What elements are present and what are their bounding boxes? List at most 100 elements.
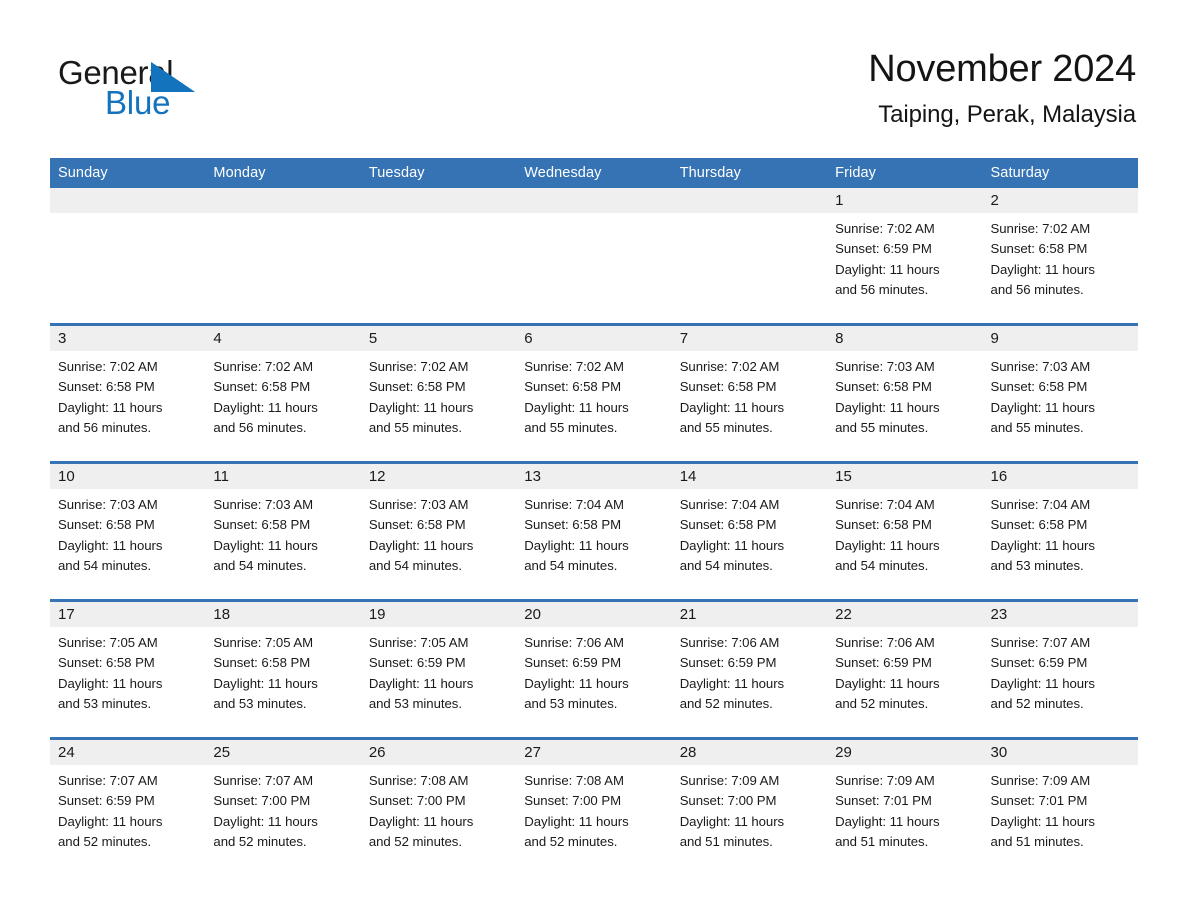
day-cell[interactable]: Sunrise: 7:05 AM Sunset: 6:59 PM Daylight:… [361, 627, 516, 737]
day-cell[interactable]: Sunrise: 7:02 AM Sunset: 6:58 PM Daylight:… [672, 351, 827, 461]
calendar-week-row: 10 11 12 13 14 15 16 Sunrise: 7:03 AM Sunset: 6:… [50, 461, 1138, 599]
general-blue-logo[interactable]: General Blue [58, 56, 358, 126]
day-number[interactable]: 18 [205, 602, 360, 627]
day-detail-line: Daylight: 11 hours [835, 675, 940, 691]
day-number[interactable]: 23 [983, 602, 1138, 627]
day-detail-line: Daylight: 11 hours [58, 399, 163, 415]
day-number-empty [205, 188, 360, 213]
day-cell[interactable]: Sunrise: 7:05 AM Sunset: 6:58 PM Daylight:… [205, 627, 360, 737]
day-number[interactable]: 22 [827, 602, 982, 627]
day-number[interactable]: 19 [361, 602, 516, 627]
day-cell[interactable]: Sunrise: 7:04 AM Sunset: 6:58 PM Daylight:… [516, 489, 671, 599]
day-cell[interactable]: Sunrise: 7:04 AM Sunset: 6:58 PM Daylight:… [827, 489, 982, 599]
title-block: November 2024 Taiping, Perak, Malaysia [868, 46, 1136, 130]
day-number[interactable]: 16 [983, 464, 1138, 489]
day-cell[interactable]: Sunrise: 7:02 AM Sunset: 6:58 PM Daylight:… [983, 213, 1138, 323]
day-cell[interactable]: Sunrise: 7:02 AM Sunset: 6:58 PM Daylight:… [50, 351, 205, 461]
day-cell[interactable]: Sunrise: 7:05 AM Sunset: 6:58 PM Daylight:… [50, 627, 205, 737]
day-detail-line: Sunset: 6:58 PM [58, 379, 155, 395]
day-number[interactable]: 12 [361, 464, 516, 489]
day-detail-line: Sunset: 6:58 PM [368, 517, 466, 533]
day-number[interactable]: 13 [516, 464, 671, 489]
day-cell[interactable]: Sunrise: 7:03 AM Sunset: 6:58 PM Daylight:… [50, 489, 205, 599]
day-cell[interactable]: Sunrise: 7:03 AM Sunset: 6:58 PM Daylight:… [983, 351, 1138, 461]
day-cell[interactable]: Sunrise: 7:06 AM Sunset: 6:59 PM Daylight:… [516, 627, 671, 737]
day-detail-line: Sunset: 6:58 PM [835, 379, 932, 395]
day-cell[interactable]: Sunrise: 7:02 AM Sunset: 6:58 PM Daylight:… [205, 351, 360, 461]
day-cell[interactable]: Sunrise: 7:09 AM Sunset: 7:01 PM Daylight:… [983, 765, 1138, 875]
day-number[interactable]: 2 [983, 188, 1138, 213]
day-number[interactable]: 8 [827, 326, 982, 351]
day-number[interactable]: 21 [672, 602, 827, 627]
day-detail-band: Sunrise: 7:03 AM Sunset: 6:58 PM Daylight:… [50, 489, 1138, 599]
day-detail-line: and 55 minutes. [368, 419, 462, 435]
day-number[interactable]: 3 [50, 326, 205, 351]
day-number[interactable]: 28 [672, 740, 827, 765]
day-number[interactable]: 7 [672, 326, 827, 351]
day-detail-line: Sunrise: 7:06 AM [679, 635, 780, 650]
day-number-band: 12 [50, 188, 1138, 213]
day-detail-line: Daylight: 11 hours [835, 537, 940, 553]
day-cell[interactable]: Sunrise: 7:08 AM Sunset: 7:00 PM Daylight:… [516, 765, 671, 875]
weekday-header-monday: Monday [213, 165, 266, 181]
day-cell[interactable]: Sunrise: 7:03 AM Sunset: 6:58 PM Daylight:… [827, 351, 982, 461]
day-number[interactable]: 9 [983, 326, 1138, 351]
day-detail-line: Sunset: 6:58 PM [990, 379, 1088, 395]
day-detail-line: Sunrise: 7:04 AM [835, 497, 935, 512]
day-cell[interactable]: Sunrise: 7:07 AM Sunset: 6:59 PM Daylight:… [50, 765, 205, 875]
day-detail-line: and 52 minutes. [679, 695, 773, 711]
day-detail-line: Sunset: 6:58 PM [679, 379, 777, 395]
day-detail-line: Sunset: 7:00 PM [213, 793, 311, 809]
day-number[interactable]: 5 [361, 326, 516, 351]
day-number[interactable]: 25 [205, 740, 360, 765]
day-detail-line: Daylight: 11 hours [58, 813, 163, 829]
day-detail-line: Sunset: 7:01 PM [990, 793, 1088, 809]
day-detail-line: Daylight: 11 hours [990, 675, 1095, 691]
day-number[interactable]: 20 [516, 602, 671, 627]
day-detail-line: and 52 minutes. [213, 833, 307, 849]
day-number[interactable]: 10 [50, 464, 205, 489]
day-number[interactable]: 30 [983, 740, 1138, 765]
day-number[interactable]: 29 [827, 740, 982, 765]
day-cell[interactable]: Sunrise: 7:04 AM Sunset: 6:58 PM Daylight:… [983, 489, 1138, 599]
day-detail-line: Sunrise: 7:09 AM [835, 773, 935, 788]
day-cell[interactable]: Sunrise: 7:04 AM Sunset: 6:58 PM Daylight:… [672, 489, 827, 599]
day-number[interactable]: 4 [205, 326, 360, 351]
day-number[interactable]: 1 [827, 188, 982, 213]
day-detail-line: and 54 minutes. [835, 557, 929, 573]
day-number[interactable]: 24 [50, 740, 205, 765]
day-cell[interactable]: Sunrise: 7:02 AM Sunset: 6:58 PM Daylight:… [361, 351, 516, 461]
day-cell[interactable]: Sunrise: 7:03 AM Sunset: 6:58 PM Daylight:… [205, 489, 360, 599]
day-number[interactable]: 6 [516, 326, 671, 351]
day-cell[interactable]: Sunrise: 7:03 AM Sunset: 6:58 PM Daylight:… [361, 489, 516, 599]
day-cell[interactable]: Sunrise: 7:09 AM Sunset: 7:01 PM Daylight:… [827, 765, 982, 875]
day-detail-line: Sunset: 6:58 PM [990, 517, 1088, 533]
day-cell[interactable]: Sunrise: 7:06 AM Sunset: 6:59 PM Daylight:… [827, 627, 982, 737]
day-detail-band: Sunrise: 7:05 AM Sunset: 6:58 PM Daylight:… [50, 627, 1138, 737]
day-number[interactable]: 15 [827, 464, 982, 489]
day-detail-line: and 55 minutes. [679, 419, 773, 435]
day-detail-line: Daylight: 11 hours [990, 399, 1095, 415]
day-detail-line: Sunset: 7:01 PM [835, 793, 932, 809]
day-cell[interactable]: Sunrise: 7:07 AM Sunset: 7:00 PM Daylight:… [205, 765, 360, 875]
day-number[interactable]: 14 [672, 464, 827, 489]
day-detail-line: and 53 minutes. [990, 557, 1084, 573]
day-number[interactable]: 11 [205, 464, 360, 489]
day-number[interactable]: 27 [516, 740, 671, 765]
day-cell[interactable]: Sunrise: 7:02 AM Sunset: 6:58 PM Daylight:… [516, 351, 671, 461]
day-detail-line: Sunset: 6:58 PM [679, 517, 777, 533]
day-number[interactable]: 17 [50, 602, 205, 627]
day-cell[interactable]: Sunrise: 7:08 AM Sunset: 7:00 PM Daylight:… [361, 765, 516, 875]
day-cell[interactable]: Sunrise: 7:06 AM Sunset: 6:59 PM Daylight:… [672, 627, 827, 737]
day-detail-line: Daylight: 11 hours [368, 537, 474, 553]
day-detail-line: Sunset: 7:00 PM [368, 793, 466, 809]
day-detail-line: Sunrise: 7:07 AM [990, 635, 1091, 650]
day-detail-line: and 54 minutes. [213, 557, 307, 573]
day-detail-line: and 53 minutes. [368, 695, 462, 711]
day-number-band: 17 18 19 20 21 22 23 [50, 602, 1138, 627]
day-detail-line: Sunset: 6:58 PM [835, 517, 932, 533]
day-cell[interactable]: Sunrise: 7:09 AM Sunset: 7:00 PM Daylight:… [672, 765, 827, 875]
day-number[interactable]: 26 [361, 740, 516, 765]
day-cell[interactable]: Sunrise: 7:07 AM Sunset: 6:59 PM Daylight:… [983, 627, 1138, 737]
day-cell[interactable]: Sunrise: 7:02 AM Sunset: 6:59 PM Daylight:… [827, 213, 982, 323]
